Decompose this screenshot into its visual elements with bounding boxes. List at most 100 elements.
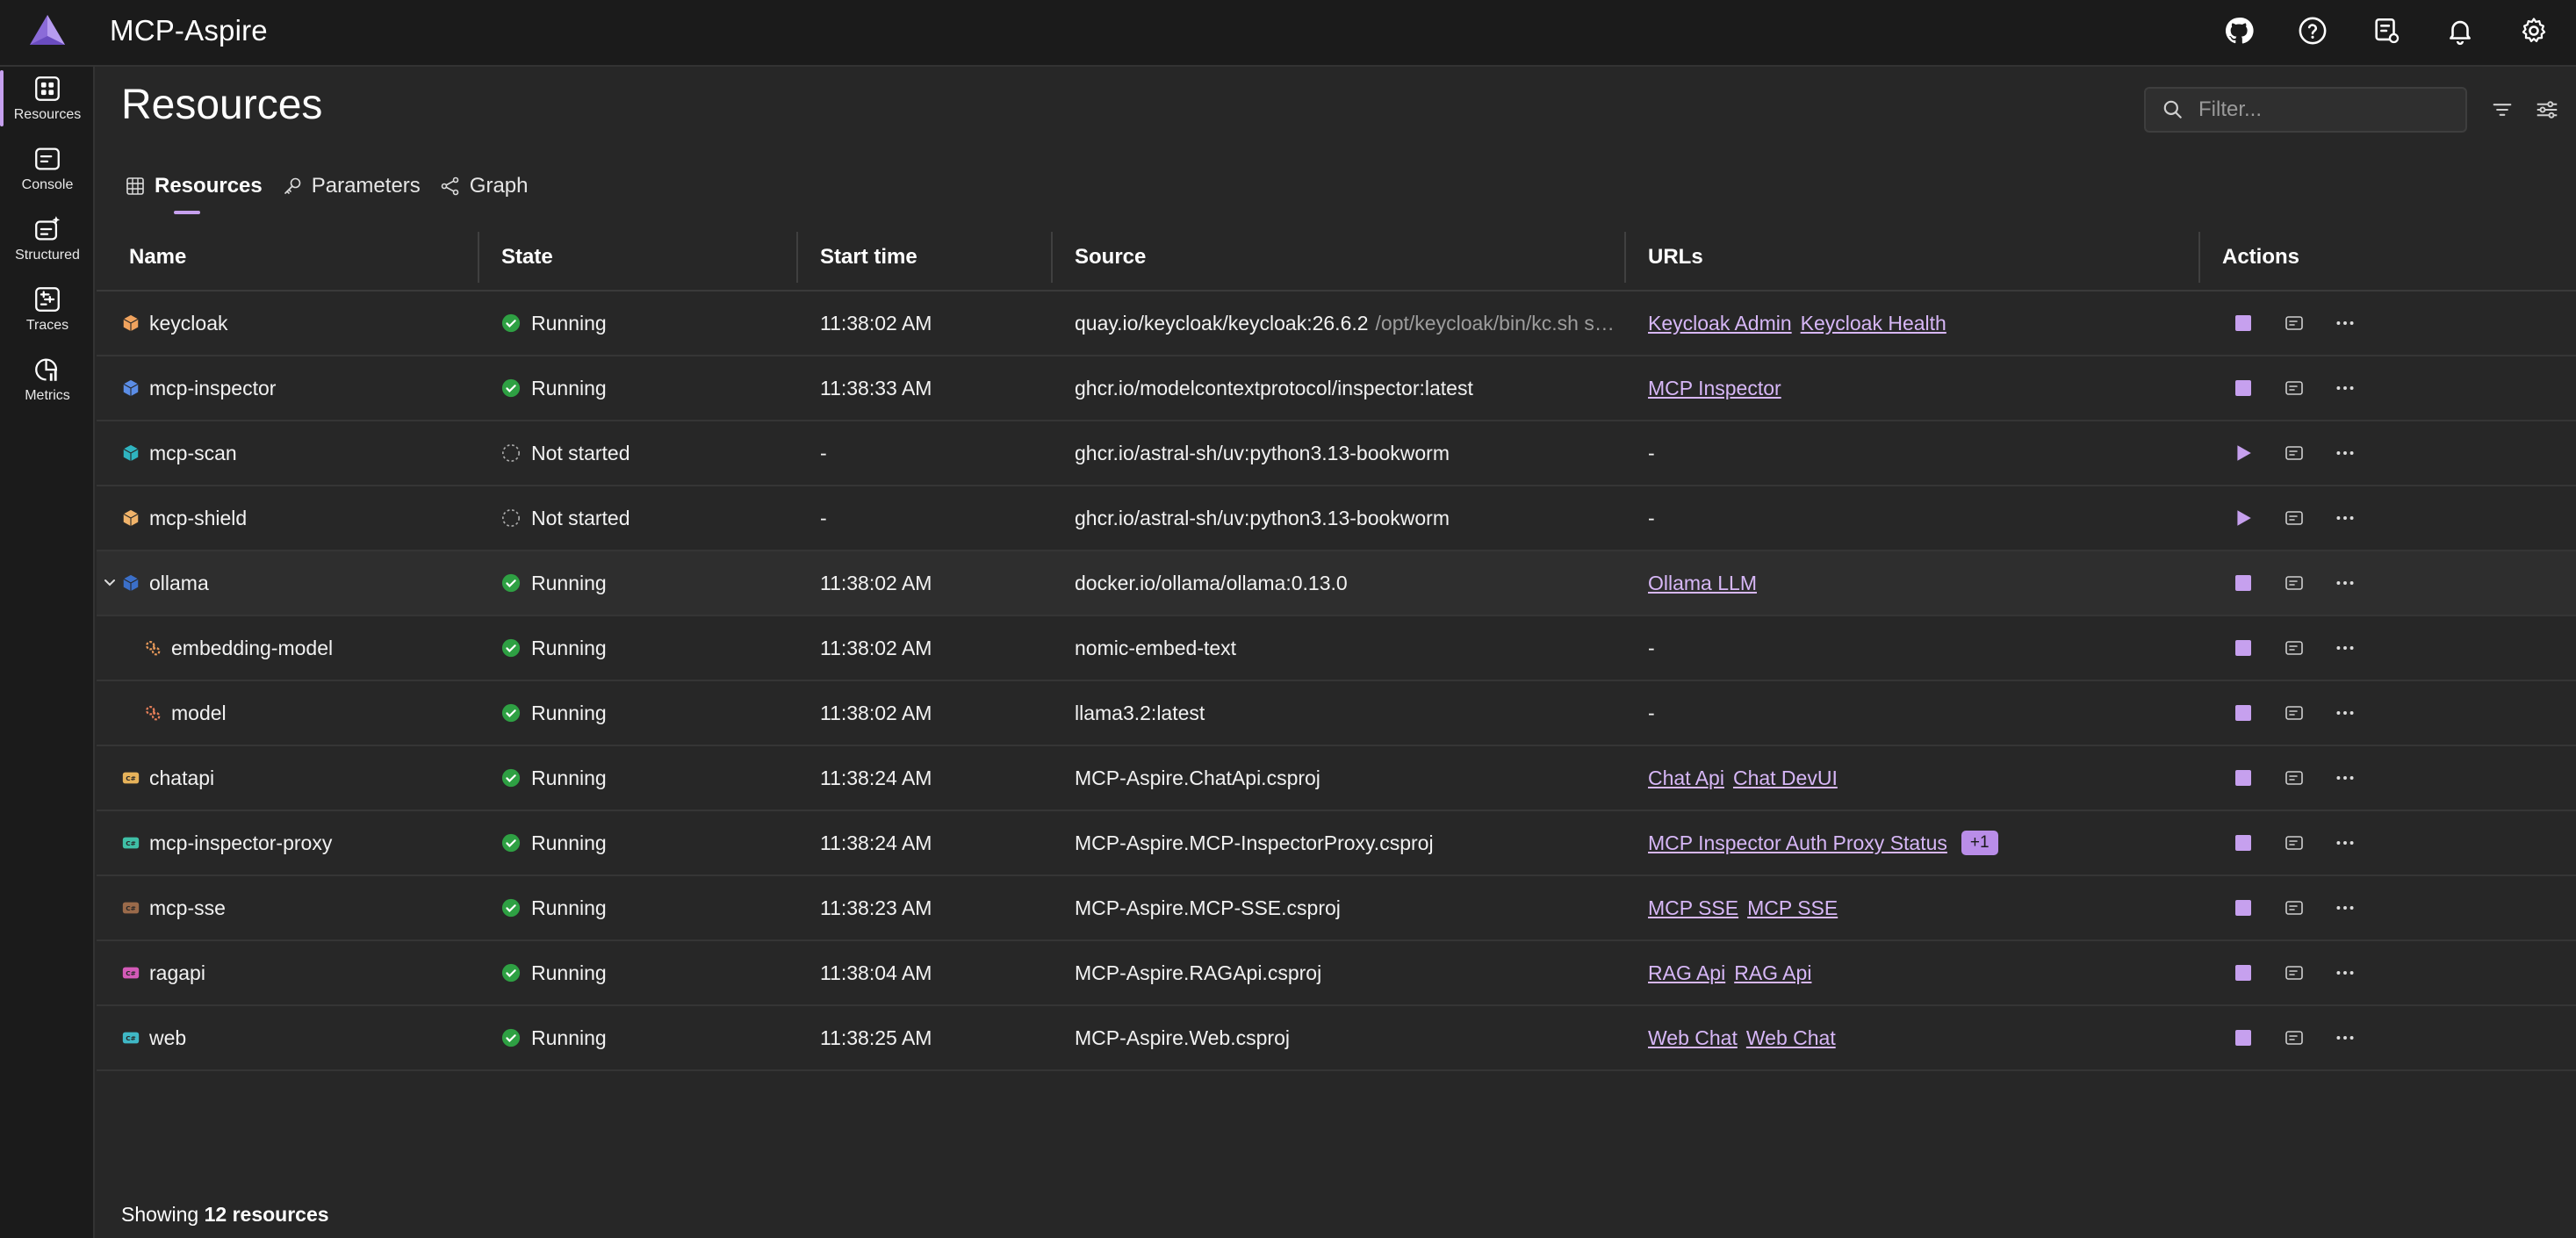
table-row[interactable]: embedding-model Running 11:38:02 AM nomic-e… — [97, 616, 2576, 681]
state-label: Not started — [531, 441, 630, 464]
view-logs-button[interactable] — [2281, 440, 2307, 466]
source-cell: llama3.2:latest — [1075, 681, 1205, 745]
svg-text:C#: C# — [126, 904, 136, 912]
more-actions-button[interactable] — [2332, 830, 2358, 856]
table-row[interactable]: C# chatapi Running 11:38:24 AM MCP-Aspire.Ch… — [97, 746, 2576, 811]
actions-cell — [2230, 811, 2383, 875]
view-logs-button[interactable] — [2281, 1025, 2307, 1051]
endpoint-link[interactable]: RAG Api — [1734, 961, 1811, 985]
stop-button[interactable] — [2230, 310, 2256, 336]
chevron-down-icon[interactable] — [102, 572, 118, 594]
stop-button[interactable] — [2230, 830, 2256, 856]
more-actions-button[interactable] — [2332, 765, 2358, 791]
endpoint-link[interactable]: MCP SSE — [1747, 896, 1838, 920]
more-actions-button[interactable] — [2332, 635, 2358, 661]
more-actions-button[interactable] — [2332, 1025, 2358, 1051]
column-settings-icon[interactable] — [2531, 94, 2563, 126]
stop-button[interactable] — [2230, 960, 2256, 986]
view-logs-button[interactable] — [2281, 375, 2307, 401]
more-actions-button[interactable] — [2332, 895, 2358, 921]
stop-button[interactable] — [2230, 700, 2256, 726]
column-header-urls[interactable]: URLs — [1648, 223, 1703, 292]
tab-resources[interactable]: Resources — [125, 169, 263, 214]
endpoint-link[interactable]: Keycloak Admin — [1648, 312, 1792, 335]
view-logs-button[interactable] — [2281, 505, 2307, 531]
stop-button[interactable] — [2230, 895, 2256, 921]
filter-input[interactable] — [2198, 97, 2462, 122]
endpoint-link[interactable]: Keycloak Health — [1801, 312, 1946, 335]
table-header: Name State Start time Source URLs Action… — [97, 223, 2576, 292]
column-header-source[interactable]: Source — [1075, 223, 1146, 292]
endpoint-link[interactable]: RAG Api — [1648, 961, 1725, 985]
github-icon[interactable] — [2221, 13, 2256, 48]
more-actions-button[interactable] — [2332, 310, 2358, 336]
column-header-name[interactable]: Name — [129, 223, 186, 292]
view-logs-button[interactable] — [2281, 635, 2307, 661]
developer-tools-icon[interactable] — [2369, 13, 2404, 48]
column-header-start-time[interactable]: Start time — [820, 223, 917, 292]
more-actions-button[interactable] — [2332, 375, 2358, 401]
endpoint-link[interactable]: Web Chat — [1648, 1026, 1738, 1050]
source-args: /opt/keycloak/bin/kc.sh s… — [1375, 311, 1615, 335]
filter-icon[interactable] — [2486, 94, 2518, 126]
view-logs-button[interactable] — [2281, 830, 2307, 856]
table-row[interactable]: C# mcp-inspector-proxy Running 11:38:24 AM M… — [97, 811, 2576, 876]
actions-cell — [2230, 681, 2383, 745]
more-actions-button[interactable] — [2332, 440, 2358, 466]
console-icon — [35, 148, 60, 170]
more-actions-button[interactable] — [2332, 505, 2358, 531]
stop-button[interactable] — [2230, 1025, 2256, 1051]
nav-item-metrics[interactable]: Metrics — [0, 348, 95, 414]
stop-button[interactable] — [2230, 375, 2256, 401]
table-row[interactable]: mcp-inspector Running 11:38:33 AM ghcr.io/m… — [97, 356, 2576, 421]
more-horizontal-icon — [2336, 971, 2354, 975]
table-row[interactable]: C# mcp-sse Running 11:38:23 AM MCP-Aspire.MC… — [97, 876, 2576, 941]
view-logs-button[interactable] — [2281, 570, 2307, 596]
table-row[interactable]: keycloak Running 11:38:02 AM quay.io/keyclo… — [97, 292, 2576, 356]
help-icon[interactable] — [2295, 13, 2330, 48]
view-logs-button[interactable] — [2281, 700, 2307, 726]
tab-parameters[interactable]: Parameters — [282, 169, 421, 204]
table-row[interactable]: C# ragapi Running 11:38:04 AM MCP-Aspire.RAG… — [97, 941, 2576, 1006]
column-header-state[interactable]: State — [501, 223, 553, 292]
start-button[interactable] — [2230, 505, 2256, 531]
view-logs-button[interactable] — [2281, 895, 2307, 921]
table-row[interactable]: ollama Running 11:38:02 AM docker.io/ollama… — [97, 551, 2576, 616]
stop-button[interactable] — [2230, 570, 2256, 596]
more-actions-button[interactable] — [2332, 570, 2358, 596]
tab-graph[interactable]: Graph — [440, 169, 528, 204]
aspire-logo-icon[interactable] — [28, 13, 67, 47]
endpoint-link[interactable]: Chat Api — [1648, 767, 1724, 790]
table-row[interactable]: mcp-scan Not started - ghcr.io/astral-sh/uv… — [97, 421, 2576, 486]
source-cell: nomic-embed-text — [1075, 616, 1236, 680]
nav-item-traces[interactable]: Traces — [0, 277, 95, 344]
endpoint-link[interactable]: MCP Inspector Auth Proxy Status — [1648, 831, 1947, 855]
view-logs-button[interactable] — [2281, 960, 2307, 986]
container-icon — [123, 444, 139, 462]
endpoint-link[interactable]: MCP Inspector — [1648, 377, 1781, 400]
nav-item-structured[interactable]: Structured — [0, 207, 95, 274]
endpoint-link[interactable]: MCP SSE — [1648, 896, 1738, 920]
more-urls-badge[interactable]: +1 — [1961, 831, 1998, 855]
view-logs-button[interactable] — [2281, 765, 2307, 791]
nav-item-console[interactable]: Console — [0, 137, 95, 204]
endpoint-link[interactable]: Ollama LLM — [1648, 572, 1757, 595]
settings-icon[interactable] — [2516, 13, 2551, 48]
table-row[interactable]: mcp-shield Not started - ghcr.io/astral-sh/… — [97, 486, 2576, 551]
notifications-icon[interactable] — [2443, 13, 2478, 48]
table-row[interactable]: C# web Running 11:38:25 AM MCP-Aspire.Web.cs… — [97, 1006, 2576, 1071]
endpoint-link[interactable]: Chat DevUI — [1733, 767, 1838, 790]
view-logs-button[interactable] — [2281, 310, 2307, 336]
running-check-icon — [501, 768, 521, 788]
endpoint-link[interactable]: Web Chat — [1746, 1026, 1836, 1050]
stop-button[interactable] — [2230, 635, 2256, 661]
running-check-icon — [501, 378, 521, 398]
stop-button[interactable] — [2230, 765, 2256, 791]
more-actions-button[interactable] — [2332, 960, 2358, 986]
nav-item-resources[interactable]: Resources — [0, 67, 95, 133]
source-cell: docker.io/ollama/ollama:0.13.0 — [1075, 551, 1348, 615]
table-row[interactable]: model Running 11:38:02 AM llama3.2:latest - — [97, 681, 2576, 746]
start-button[interactable] — [2230, 440, 2256, 466]
more-actions-button[interactable] — [2332, 700, 2358, 726]
start-time-cell: 11:38:25 AM — [820, 1026, 932, 1049]
